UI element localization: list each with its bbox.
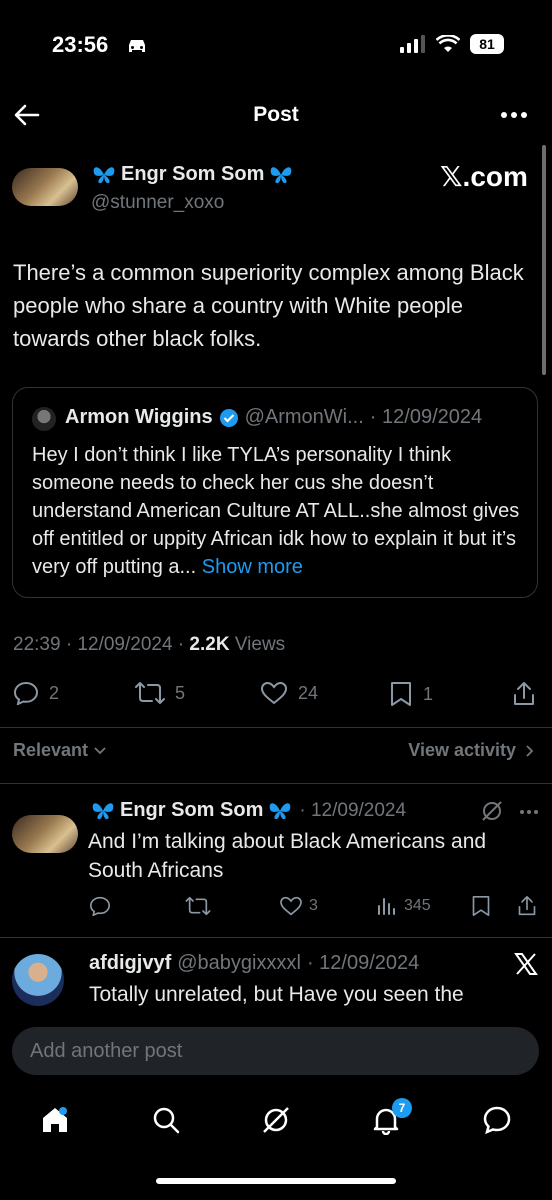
views-label: Views — [234, 634, 286, 655]
battery-indicator: 81 — [470, 34, 504, 54]
divider — [0, 783, 552, 784]
quote-author-name: Armon Wiggins — [65, 406, 213, 428]
more-options-icon[interactable] — [500, 110, 528, 120]
author-name: Engr Som Som — [121, 163, 265, 185]
search-icon — [153, 1107, 179, 1134]
chevron-right-icon — [526, 744, 534, 757]
reply-author[interactable]: Engr Som Som · 12/09/2024 — [91, 799, 406, 822]
share-button[interactable] — [512, 681, 536, 707]
post-author[interactable]: Engr Som Som — [92, 163, 293, 186]
share-icon — [512, 681, 536, 707]
quote-date: · 12/09/2024 — [369, 406, 483, 428]
butterfly-icon — [268, 801, 292, 821]
quote-author-handle: @ArmonWi... — [244, 406, 364, 428]
repost-icon — [135, 681, 165, 705]
analytics-icon — [376, 896, 398, 916]
divider — [0, 727, 552, 728]
signal-icon — [400, 35, 426, 53]
reply-date: · 12/09/2024 — [299, 799, 407, 821]
status-indicators: 81 — [400, 34, 504, 54]
reply-author-name: Engr Som Som — [120, 799, 264, 821]
scrollbar[interactable] — [542, 145, 546, 375]
like-button[interactable]: 24 — [260, 681, 318, 705]
reply-button[interactable]: 2 — [13, 681, 59, 705]
bookmark-icon — [389, 681, 413, 707]
home-indicator — [156, 1178, 396, 1184]
reply-text: And I’m talking about Black Americans an… — [88, 830, 487, 882]
page-title: Post — [253, 103, 299, 126]
reply-author-name: afdigjvyf — [89, 952, 172, 974]
heart-icon — [260, 681, 288, 705]
tab-bar — [0, 1090, 552, 1150]
heart-icon — [279, 896, 303, 916]
sort-dropdown[interactable]: Relevant — [13, 740, 106, 761]
reply-author-avatar[interactable] — [12, 954, 64, 1006]
reply-views[interactable]: 345 — [376, 896, 431, 916]
reply-text: Totally unrelated, but Have you seen the — [89, 983, 464, 1006]
grok-icon — [263, 1107, 289, 1133]
author-handle[interactable]: @stunner_xoxo — [91, 192, 224, 214]
bookmark-count: 1 — [423, 683, 434, 704]
reply-share-button[interactable] — [517, 895, 537, 917]
repost-count: 5 — [175, 682, 186, 703]
verified-badge-icon — [219, 408, 239, 428]
reply-author-avatar[interactable] — [12, 815, 78, 853]
butterfly-icon — [92, 165, 116, 185]
tab-search[interactable] — [151, 1105, 181, 1135]
quote-author-avatar — [32, 407, 56, 431]
post-timestamp: 22:39 · 12/09/2024 · — [13, 634, 185, 655]
car-icon — [126, 38, 148, 54]
reply-like-button[interactable]: 3 — [279, 896, 318, 916]
tab-grok[interactable] — [261, 1105, 291, 1135]
reply-date: · 12/09/2024 — [306, 952, 420, 974]
bookmark-button[interactable]: 1 — [389, 681, 433, 707]
repost-icon — [185, 896, 211, 916]
chat-bubble-icon — [483, 1106, 511, 1135]
reply-author-handle: @babygixxxxl — [177, 952, 301, 974]
reply-more-icon[interactable] — [519, 809, 539, 815]
notifications-badge: 7 — [392, 1098, 412, 1118]
view-activity-link[interactable]: View activity — [408, 740, 534, 761]
tab-messages[interactable] — [482, 1105, 512, 1135]
butterfly-icon — [91, 801, 115, 821]
reply-author[interactable]: afdigjvyf @babygixxxxl · 12/09/2024 — [89, 952, 419, 975]
reply-item[interactable]: afdigjvyf @babygixxxxl · 12/09/2024 Tota… — [0, 938, 552, 1014]
post-text: There’s a common superiority complex amo… — [13, 260, 524, 351]
reply-like-count: 3 — [309, 897, 318, 914]
views-count: 2.2K — [189, 634, 230, 655]
quote-author: Armon Wiggins @ArmonWi... · 12/09/2024 — [65, 406, 482, 429]
status-time: 23:56 — [52, 32, 109, 57]
wifi-icon — [436, 35, 460, 53]
reply-views-count: 345 — [404, 897, 431, 914]
reply-repost-button[interactable] — [185, 896, 211, 916]
view-activity-label: View activity — [408, 740, 516, 760]
chevron-down-icon — [94, 746, 106, 755]
show-more-link[interactable]: Show more — [202, 556, 303, 578]
like-count: 24 — [298, 682, 319, 703]
share-icon — [517, 895, 537, 917]
x-logo-icon — [514, 952, 538, 976]
x-watermark: 𝕏.com — [440, 161, 528, 192]
reply-count: 2 — [49, 682, 60, 703]
quote-text: Hey I don’t think I like TYLA’s personal… — [32, 441, 524, 581]
grok-icon[interactable] — [481, 800, 503, 822]
repost-button[interactable]: 5 — [135, 681, 185, 705]
reply-reply-button[interactable] — [89, 896, 111, 916]
reply-icon — [13, 681, 39, 705]
bookmark-icon — [471, 895, 491, 917]
butterfly-icon — [269, 165, 293, 185]
reply-composer[interactable]: Add another post — [12, 1027, 539, 1075]
post-meta: 22:39 · 12/09/2024 · 2.2K Views — [13, 634, 285, 656]
reply-bookmark-button[interactable] — [471, 895, 491, 917]
sort-label: Relevant — [13, 740, 89, 760]
author-avatar[interactable] — [12, 168, 78, 206]
home-icon — [43, 1107, 68, 1132]
reply-icon — [89, 896, 111, 916]
tab-home[interactable] — [40, 1105, 70, 1135]
